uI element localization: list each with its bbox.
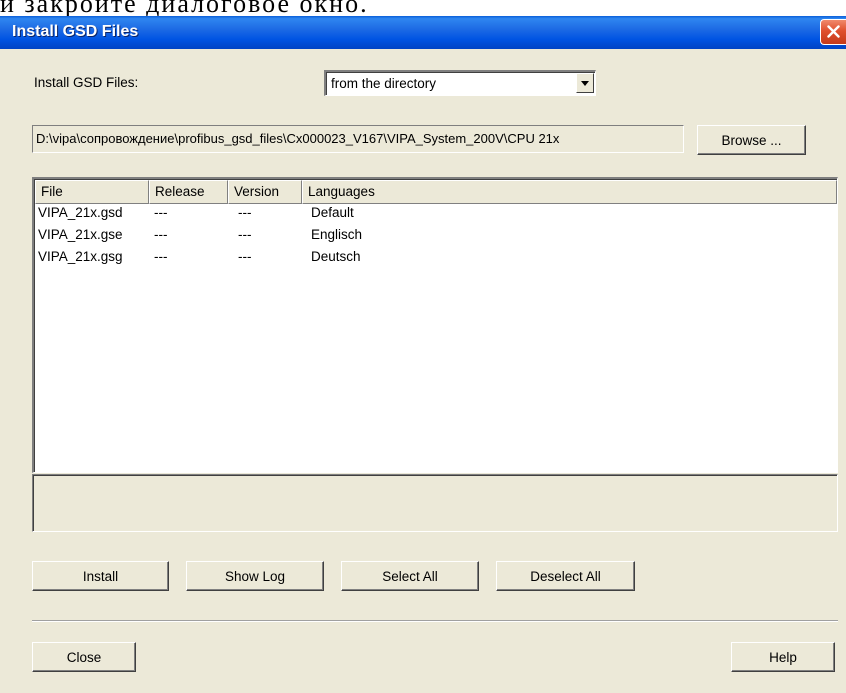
cell-languages: Deutsch bbox=[311, 249, 361, 264]
cell-file: VIPA_21x.gse bbox=[38, 227, 123, 242]
gsd-file-list[interactable]: File Release Version Languages VIPA_21x.… bbox=[32, 177, 838, 473]
document-text: и закройте диалоговое окно. bbox=[0, 0, 369, 16]
source-select[interactable]: from the directory bbox=[324, 70, 596, 96]
cell-release: --- bbox=[154, 205, 168, 220]
directory-path-value: D:\vipa\сопровождение\profibus_gsd_files… bbox=[36, 131, 560, 146]
close-window-button[interactable] bbox=[820, 19, 846, 45]
cell-version: --- bbox=[238, 249, 252, 264]
cell-languages: Default bbox=[311, 205, 354, 220]
select-all-button[interactable]: Select All bbox=[341, 561, 479, 591]
cell-languages: Englisch bbox=[311, 227, 363, 242]
source-label: Install GSD Files: bbox=[34, 75, 139, 90]
status-message-area bbox=[32, 474, 838, 532]
cell-file: VIPA_21x.gsd bbox=[38, 205, 123, 220]
footer-divider bbox=[32, 620, 838, 622]
cell-version: --- bbox=[238, 227, 252, 242]
title-bar[interactable]: Install GSD Files bbox=[0, 16, 846, 49]
source-select-dropdown-button[interactable] bbox=[576, 73, 594, 93]
close-button[interactable]: Close bbox=[32, 642, 136, 672]
install-button[interactable]: Install bbox=[32, 561, 169, 591]
install-gsd-dialog: Install GSD Files Install GSD Files: fro… bbox=[0, 16, 846, 693]
column-header-version[interactable]: Version bbox=[228, 180, 302, 204]
browse-button[interactable]: Browse ... bbox=[697, 125, 806, 155]
column-header-file[interactable]: File bbox=[35, 180, 149, 204]
help-button[interactable]: Help bbox=[731, 642, 835, 672]
cell-version: --- bbox=[238, 205, 252, 220]
close-x-icon bbox=[827, 25, 840, 38]
column-header-languages[interactable]: Languages bbox=[302, 180, 837, 204]
cell-file: VIPA_21x.gsg bbox=[38, 249, 123, 264]
chevron-down-icon bbox=[581, 81, 589, 86]
column-header-release[interactable]: Release bbox=[149, 180, 228, 204]
source-select-value: from the directory bbox=[331, 76, 437, 91]
cell-release: --- bbox=[154, 227, 168, 242]
deselect-all-button[interactable]: Deselect All bbox=[496, 561, 635, 591]
cell-release: --- bbox=[154, 249, 168, 264]
document-text-strip: и закройте диалоговое окно. bbox=[0, 0, 846, 16]
list-header: File Release Version Languages bbox=[35, 180, 837, 204]
show-log-button[interactable]: Show Log bbox=[186, 561, 324, 591]
directory-path-field: D:\vipa\сопровождение\profibus_gsd_files… bbox=[32, 125, 684, 153]
window-title: Install GSD Files bbox=[12, 23, 139, 40]
